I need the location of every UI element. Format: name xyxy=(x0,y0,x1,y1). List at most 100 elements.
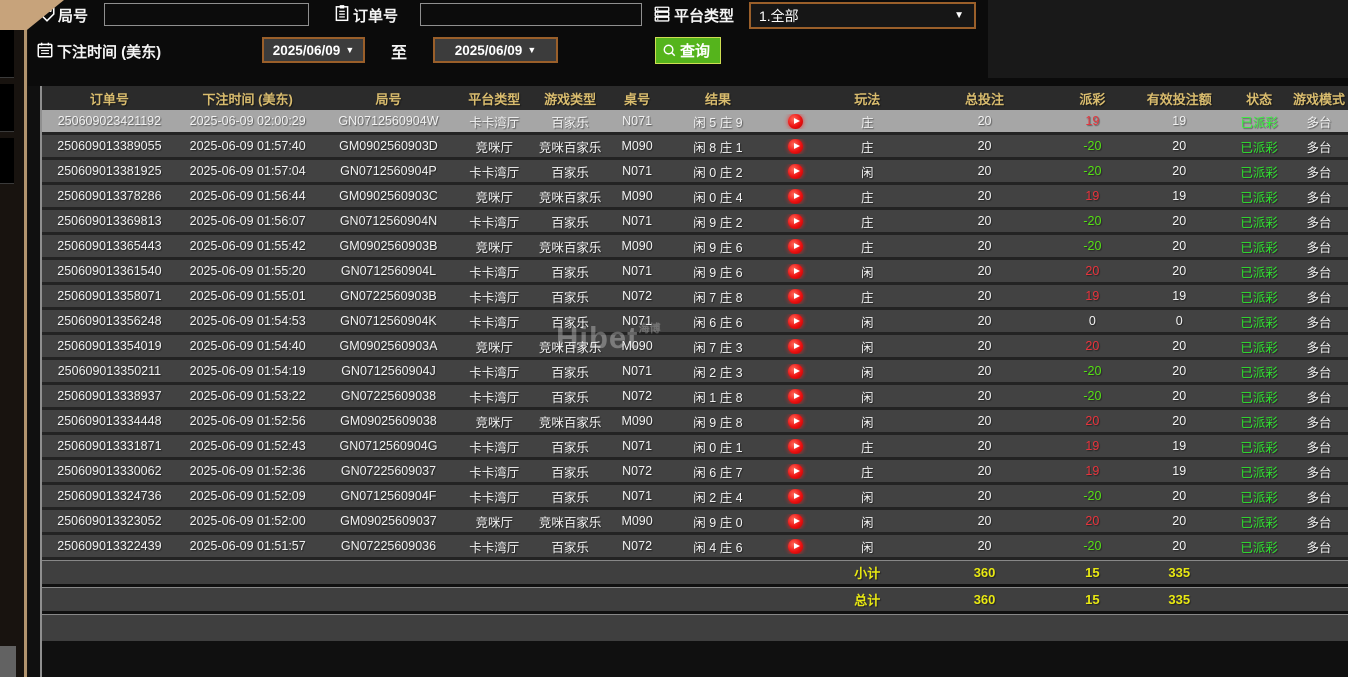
table-row[interactable]: 250609013334448 2025-06-09 01:52:56 GM09… xyxy=(42,410,1348,435)
cell-result: 闲 9 庄 2 xyxy=(664,212,772,231)
play-video-icon[interactable] xyxy=(788,439,803,454)
table-header-row: 订单号 下注时间 (美东) 局号 平台类型 游戏类型 桌号 结果 玩法 总投注 … xyxy=(42,86,1348,110)
search-button[interactable]: 查询 xyxy=(655,37,721,64)
table-row[interactable]: 250609013322439 2025-06-09 01:51:57 GN07… xyxy=(42,535,1348,560)
play-video-icon[interactable] xyxy=(788,389,803,404)
cell-play-type: 闲 xyxy=(820,337,915,356)
table-row[interactable]: 250609023421192 2025-06-09 02:00:29 GN07… xyxy=(42,110,1348,135)
cell-valid-bet: 20 xyxy=(1130,514,1228,528)
date-to-picker[interactable]: 2025/06/09 ▼ xyxy=(433,37,558,63)
table-row[interactable]: 250609013356248 2025-06-09 01:54:53 GN07… xyxy=(42,310,1348,335)
cell-game-type: 百家乐 xyxy=(530,312,610,331)
table-row[interactable]: 250609013365443 2025-06-09 01:55:42 GM09… xyxy=(42,235,1348,260)
play-video-icon[interactable] xyxy=(788,164,803,179)
table-row[interactable]: 250609013354019 2025-06-09 01:54:40 GM09… xyxy=(42,335,1348,360)
table-row[interactable]: 250609013358071 2025-06-09 01:55:01 GN07… xyxy=(42,285,1348,310)
table-row[interactable]: 250609013369813 2025-06-09 01:56:07 GN07… xyxy=(42,210,1348,235)
order-number-input[interactable] xyxy=(420,3,642,26)
play-video-icon[interactable] xyxy=(788,264,803,279)
cell-total-bet: 20 xyxy=(915,414,1055,428)
cell-bet-time: 2025-06-09 01:57:04 xyxy=(177,164,319,178)
cell-total-bet: 20 xyxy=(915,389,1055,403)
table-row[interactable]: 250609013324736 2025-06-09 01:52:09 GN07… xyxy=(42,485,1348,510)
cell-bet-time: 2025-06-09 01:55:20 xyxy=(177,264,319,278)
cell-total-bet: 20 xyxy=(915,489,1055,503)
cell-round-no: GN0712560904L xyxy=(319,264,459,278)
platform-type-value: 1.全部 xyxy=(759,6,799,26)
cell-platform: 卡卡湾厅 xyxy=(458,262,530,281)
cell-play-type: 庄 xyxy=(820,112,915,131)
order-number-label: 订单号 xyxy=(353,5,398,26)
subtotal-row: 小计 360 15 335 xyxy=(42,560,1348,584)
play-video-icon[interactable] xyxy=(788,239,803,254)
table-row[interactable]: 250609013323052 2025-06-09 01:52:00 GM09… xyxy=(42,510,1348,535)
col-header-game-type: 游戏类型 xyxy=(530,89,610,108)
cell-game-type: 竞咪百家乐 xyxy=(530,337,610,356)
cell-play-type: 庄 xyxy=(820,212,915,231)
platform-type-select[interactable]: 1.全部 ▼ xyxy=(749,2,976,29)
cell-status: 已派彩 xyxy=(1228,487,1290,506)
cell-platform: 卡卡湾厅 xyxy=(458,312,530,331)
date-to-value: 2025/06/09 xyxy=(455,43,523,58)
play-video-icon[interactable] xyxy=(788,539,803,554)
cell-result: 闲 1 庄 8 xyxy=(664,387,772,406)
cell-game-mode: 多台 xyxy=(1290,537,1348,556)
cell-platform: 卡卡湾厅 xyxy=(458,112,530,131)
cell-result: 闲 6 庄 7 xyxy=(664,462,772,481)
play-video-icon[interactable] xyxy=(788,189,803,204)
cell-order-no: 250609013361540 xyxy=(42,264,177,278)
cell-order-no: 250609013334448 xyxy=(42,414,177,428)
table-row[interactable]: 250609013350211 2025-06-09 01:54:19 GN07… xyxy=(42,360,1348,385)
play-video-icon[interactable] xyxy=(788,139,803,154)
cell-game-type: 竞咪百家乐 xyxy=(530,512,610,531)
date-from-picker[interactable]: 2025/06/09 ▼ xyxy=(262,37,365,63)
cell-bet-time: 2025-06-09 01:55:01 xyxy=(177,289,319,303)
play-video-icon[interactable] xyxy=(788,489,803,504)
play-video-icon[interactable] xyxy=(788,339,803,354)
table-row[interactable]: 250609013378286 2025-06-09 01:56:44 GM09… xyxy=(42,185,1348,210)
cell-round-no: GM09025609037 xyxy=(319,514,459,528)
cell-total-bet: 20 xyxy=(915,314,1055,328)
cell-play-type: 闲 xyxy=(820,537,915,556)
round-number-input[interactable] xyxy=(104,3,309,26)
cell-game-mode: 多台 xyxy=(1290,137,1348,156)
play-video-icon[interactable] xyxy=(788,364,803,379)
cell-play-type: 闲 xyxy=(820,362,915,381)
play-video-icon[interactable] xyxy=(788,114,803,129)
cell-payout: 19 xyxy=(1054,439,1130,453)
play-video-icon[interactable] xyxy=(788,214,803,229)
table-tail-row xyxy=(42,614,1348,641)
play-video-icon[interactable] xyxy=(788,314,803,329)
cell-game-mode: 多台 xyxy=(1290,212,1348,231)
cell-total-bet: 20 xyxy=(915,464,1055,478)
table-row[interactable]: 250609013361540 2025-06-09 01:55:20 GN07… xyxy=(42,260,1348,285)
table-row[interactable]: 250609013331871 2025-06-09 01:52:43 GN07… xyxy=(42,435,1348,460)
cell-round-no: GM0902560903A xyxy=(319,339,459,353)
cell-table-no: N072 xyxy=(610,289,664,303)
cell-valid-bet: 19 xyxy=(1130,464,1228,478)
cell-game-type: 百家乐 xyxy=(530,362,610,381)
table-row[interactable]: 250609013330062 2025-06-09 01:52:36 GN07… xyxy=(42,460,1348,485)
cell-game-mode: 多台 xyxy=(1290,487,1348,506)
cell-bet-time: 2025-06-09 01:53:22 xyxy=(177,389,319,403)
play-video-icon[interactable] xyxy=(788,414,803,429)
cell-play-type: 庄 xyxy=(820,237,915,256)
cell-result: 闲 9 庄 0 xyxy=(664,512,772,531)
table-row[interactable]: 250609013389055 2025-06-09 01:57:40 GM09… xyxy=(42,135,1348,160)
cell-bet-time: 2025-06-09 01:52:56 xyxy=(177,414,319,428)
play-video-icon[interactable] xyxy=(788,464,803,479)
table-row[interactable]: 250609013381925 2025-06-09 01:57:04 GN07… xyxy=(42,160,1348,185)
cell-platform: 卡卡湾厅 xyxy=(458,487,530,506)
play-video-icon[interactable] xyxy=(788,514,803,529)
cell-order-no: 250609023421192 xyxy=(42,114,177,128)
cell-order-no: 250609013389055 xyxy=(42,139,177,153)
play-video-icon[interactable] xyxy=(788,289,803,304)
cell-round-no: GN07225609036 xyxy=(319,539,459,553)
cell-payout: -20 xyxy=(1054,364,1130,378)
cell-game-type: 竞咪百家乐 xyxy=(530,237,610,256)
table-row[interactable]: 250609013338937 2025-06-09 01:53:22 GN07… xyxy=(42,385,1348,410)
bet-time-label: 下注时间 (美东) xyxy=(57,41,161,62)
cell-table-no: M090 xyxy=(610,339,664,353)
cell-payout: 19 xyxy=(1054,464,1130,478)
cell-table-no: N071 xyxy=(610,214,664,228)
